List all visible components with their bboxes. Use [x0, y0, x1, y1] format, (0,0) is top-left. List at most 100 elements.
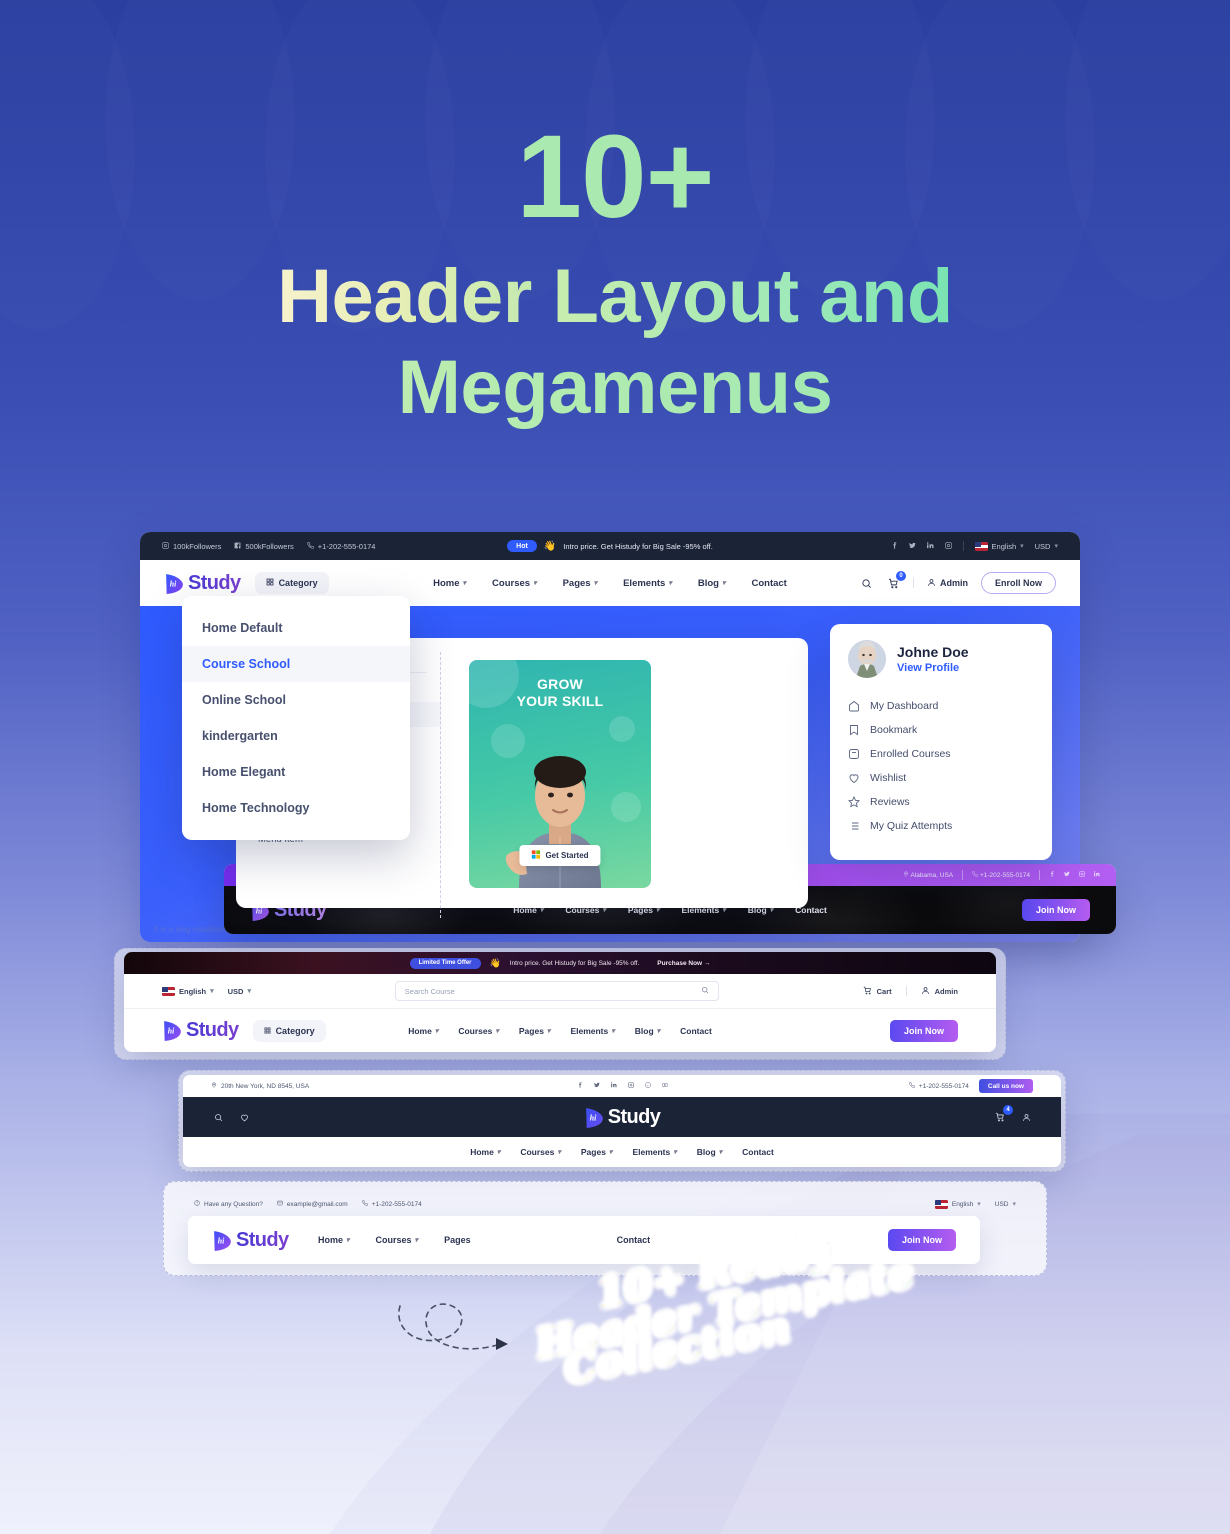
megamenu-promo-card[interactable]: GROW YOUR SKILL Get Started: [469, 660, 651, 888]
profile-item-enrolled-courses[interactable]: Enrolled Courses: [848, 742, 1034, 766]
nav-item-home[interactable]: Home ▾: [408, 1026, 438, 1036]
profile-item-label: My Dashboard: [870, 700, 939, 712]
nav-item-contact[interactable]: Contact: [742, 1147, 774, 1157]
nav-label: Blog: [696, 1147, 716, 1157]
nav-item-contact[interactable]: Contact: [751, 578, 786, 589]
header3-utility-bar: English ▾ USD ▾ Search Course Cart Admin: [124, 974, 996, 1009]
nav-item-elements[interactable]: Elements ▾: [623, 578, 672, 589]
nav-item-pages[interactable]: Pages: [444, 1235, 471, 1245]
linkedin-icon[interactable]: [610, 1082, 617, 1090]
chevron-down-icon: ▾: [210, 988, 214, 995]
header4-topbar: 20th New York, ND 8545, USA +1-202-555-0…: [183, 1075, 1061, 1097]
header5-phone[interactable]: +1-202-555-0174: [361, 1200, 422, 1208]
brand-logo[interactable]: hi Study: [212, 1229, 289, 1252]
topbar-phone[interactable]: +1-202-555-0174: [307, 542, 375, 551]
cart-count-badge: 4: [1003, 1105, 1013, 1115]
dropdown-item-online-school[interactable]: Online School: [182, 682, 410, 718]
dropdown-item-course-school[interactable]: Course School: [182, 646, 410, 682]
nav-item-blog[interactable]: Blog ▾: [697, 1147, 722, 1157]
cart-label: Cart: [876, 986, 892, 996]
avatar: [848, 640, 886, 678]
chevron-down-icon: ▾: [721, 580, 726, 587]
facebook-icon[interactable]: [1049, 871, 1055, 879]
topbar-facebook-followers[interactable]: 500kFollowers: [234, 542, 294, 551]
dropdown-item-kindergarten[interactable]: kindergarten: [182, 718, 410, 754]
search-input[interactable]: Search Course: [394, 981, 719, 1001]
purchase-now-link[interactable]: Purchase Now →: [657, 960, 710, 967]
nav-item-contact[interactable]: Contact: [617, 1235, 651, 1245]
enroll-now-button[interactable]: Enroll Now: [981, 572, 1056, 594]
dropdown-item-home-elegant[interactable]: Home Elegant: [182, 754, 410, 790]
twitter-icon[interactable]: [908, 542, 916, 551]
nav-item-courses[interactable]: Courses ▾: [458, 1026, 499, 1036]
chevron-down-icon: ▾: [668, 580, 672, 587]
chevron-down-icon: ▾: [1054, 543, 1058, 550]
headline-word-header: Header: [277, 254, 532, 339]
profile-item-label: My Quiz Attempts: [870, 820, 953, 832]
chevron-down-icon: ▾: [546, 1027, 551, 1035]
nav-label: Contact: [742, 1147, 774, 1157]
profile-item-my-dashboard[interactable]: My Dashboard: [848, 694, 1034, 718]
dropdown-item-home-technology[interactable]: Home Technology: [182, 790, 410, 826]
nav-label: Pages: [518, 1025, 544, 1036]
nav-item-pages[interactable]: Pages ▾: [563, 578, 598, 589]
instagram-icon[interactable]: [944, 541, 952, 551]
linkedin-icon[interactable]: [1093, 871, 1100, 879]
nav-item-home[interactable]: Home ▾: [433, 578, 466, 589]
profile-item-wishlist[interactable]: Wishlist: [848, 766, 1034, 790]
dropdown-item-home-default[interactable]: Home Default: [182, 610, 410, 646]
location-pin-icon: [903, 871, 909, 879]
facebook-icon[interactable]: [577, 1082, 583, 1090]
join-now-button[interactable]: Join Now: [890, 1019, 958, 1042]
view-profile-link[interactable]: View Profile: [897, 662, 969, 674]
topbar-instagram-followers[interactable]: 100kFollowers: [162, 542, 221, 551]
currency-selector[interactable]: USD ▾: [228, 987, 251, 996]
admin-button[interactable]: Admin: [921, 986, 958, 997]
join-now-button[interactable]: Join Now: [888, 1229, 956, 1251]
currency-selector[interactable]: USD ▾: [994, 1200, 1016, 1209]
header2-location-label: Alabama, USA: [910, 872, 954, 879]
search-icon[interactable]: [859, 576, 873, 590]
nav-item-elements[interactable]: Elements ▾: [632, 1147, 676, 1157]
profile-item-my-quiz-attempts[interactable]: My Quiz Attempts: [848, 814, 1034, 838]
profile-item-bookmark[interactable]: Bookmark: [848, 718, 1034, 742]
join-now-button[interactable]: Join Now: [1022, 899, 1090, 921]
nav-item-blog[interactable]: Blog ▾: [635, 1026, 660, 1036]
nav-item-courses[interactable]: Courses ▾: [376, 1235, 419, 1245]
facebook-icon[interactable]: [891, 541, 898, 551]
header2-phone[interactable]: +1-202-555-0174: [972, 871, 1030, 879]
instagram-icon[interactable]: [1079, 871, 1085, 879]
header5-email[interactable]: example@gmail.com: [277, 1200, 348, 1208]
nav-item-home[interactable]: Home ▾: [470, 1147, 500, 1157]
youtube-icon[interactable]: [661, 1082, 668, 1090]
language-selector[interactable]: English ▾: [934, 1199, 981, 1209]
nav-label: Home: [433, 577, 460, 589]
cart-icon[interactable]: 4: [993, 1105, 1013, 1124]
linkedin-icon[interactable]: [926, 541, 934, 551]
nav-item-elements[interactable]: Elements ▾: [570, 1026, 614, 1036]
chevron-down-icon: ▾: [608, 1149, 613, 1156]
cart-icon[interactable]: 0: [886, 571, 906, 590]
pinterest-icon[interactable]: [645, 1082, 651, 1090]
currency-label: USD: [994, 1200, 1009, 1208]
twitter-icon[interactable]: [593, 1082, 600, 1090]
nav-item-courses[interactable]: Courses ▾: [520, 1147, 561, 1157]
get-started-button[interactable]: Get Started: [519, 845, 601, 866]
nav-item-blog[interactable]: Blog ▾: [698, 578, 726, 589]
admin-button[interactable]: Admin: [927, 578, 968, 589]
nav-item-home[interactable]: Home ▾: [318, 1235, 350, 1245]
cart-button[interactable]: Cart: [863, 986, 892, 997]
profile-item-reviews[interactable]: Reviews: [848, 790, 1034, 814]
nav-item-pages[interactable]: Pages ▾: [519, 1026, 551, 1036]
nav-item-contact[interactable]: Contact: [680, 1026, 712, 1036]
language-selector[interactable]: English ▾: [974, 541, 1024, 551]
nav-item-courses[interactable]: Courses ▾: [492, 578, 537, 589]
language-selector[interactable]: English ▾: [162, 986, 214, 996]
search-icon[interactable]: [701, 986, 709, 996]
twitter-icon[interactable]: [1064, 871, 1070, 879]
instagram-icon[interactable]: [627, 1082, 634, 1090]
currency-selector[interactable]: USD ▾: [1035, 542, 1058, 551]
nav-item-pages[interactable]: Pages ▾: [581, 1147, 613, 1157]
brand-logo[interactable]: hi Study: [584, 1106, 661, 1129]
search-placeholder: Search Course: [404, 986, 455, 996]
